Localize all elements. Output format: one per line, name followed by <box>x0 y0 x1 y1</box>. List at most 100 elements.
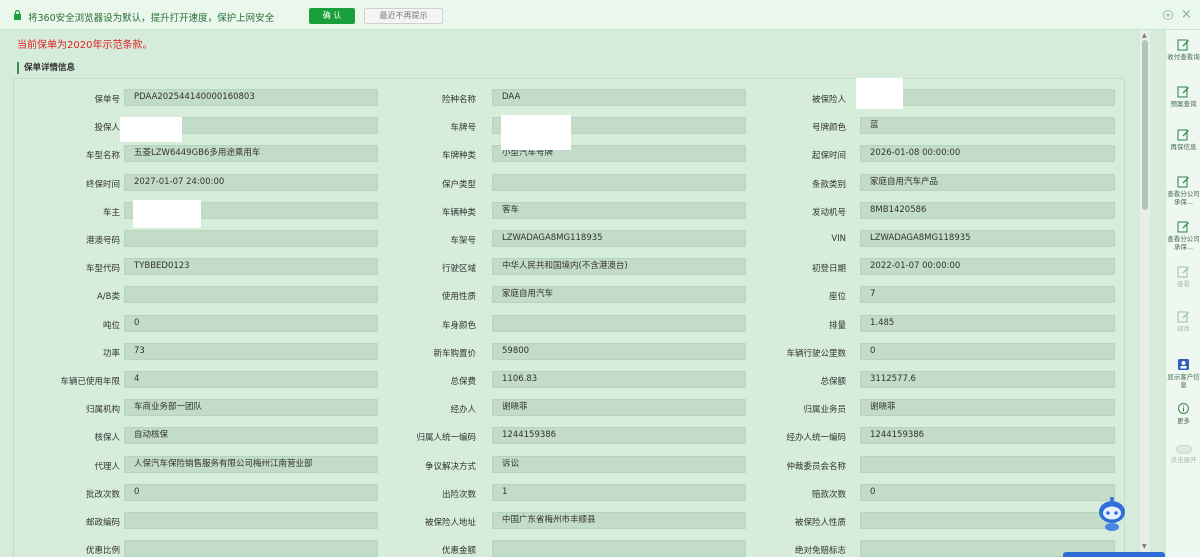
field-value <box>124 540 378 557</box>
field-label: VIN <box>831 234 846 244</box>
sidebar-item[interactable]: 查看 <box>1166 265 1200 288</box>
person-icon <box>1177 358 1190 371</box>
field-label: 被保险人性质 <box>794 518 846 528</box>
edit-icon <box>1177 175 1190 188</box>
toggle-icon[interactable] <box>1175 445 1192 454</box>
sidebar-item-label: 再保信息 <box>1170 143 1197 151</box>
field-label: 优惠金额 <box>441 546 476 557</box>
sidebar-item-label: 查看分公司承保... <box>1167 235 1200 251</box>
field-value: 人保汽车保险销售服务有限公司梅州江南营业部 <box>124 455 378 473</box>
field-label: 功率 <box>102 348 120 359</box>
field-value: 中华人民共和国境内(不含港澳台) <box>492 258 746 276</box>
field-label: 使用性质 <box>441 292 476 303</box>
field-value: 1106.83 <box>492 371 746 388</box>
field-label: 车型名称 <box>85 151 120 162</box>
field-label: 条款类别 <box>811 179 846 190</box>
field-value: TYBBED0123 <box>124 258 378 276</box>
field-label: 被保险人地址 <box>424 518 476 528</box>
sidebar-item[interactable]: 显示客户信息 <box>1166 358 1200 389</box>
field-label: 总保费 <box>450 377 476 387</box>
sidebar-item-label: 查看分公司承保... <box>1167 190 1200 206</box>
field-value: 蓝 <box>860 117 1115 135</box>
redaction-mask <box>120 117 182 142</box>
field-value: 2022-01-07 00:00:00 <box>860 258 1115 276</box>
field-label: 经办人统一编码 <box>786 433 846 444</box>
field-value: DAA <box>492 89 746 106</box>
detail-row: 批改次数 0 出险次数 1 赔款次数 0 <box>14 481 1126 509</box>
section-title: 保单详情信息 <box>17 62 75 74</box>
dont-remind-button[interactable]: 最近不再提示 <box>364 8 443 24</box>
field-label: 车牌种类 <box>441 151 476 162</box>
field-label: 起保时间 <box>811 151 846 162</box>
field-label: 车辆种类 <box>441 207 476 218</box>
field-label: 绝对免赔标志 <box>794 546 846 557</box>
field-value: 2027-01-07 24:00:00 <box>124 173 378 191</box>
detail-row: 邮政编码 被保险人地址 中国广东省梅州市丰顺县 被保险人性质 <box>14 509 1126 537</box>
field-value <box>124 512 378 529</box>
confirm-button[interactable]: 确 认 <box>309 8 355 24</box>
field-value: 谢晓菲 <box>860 399 1115 417</box>
sidebar-item[interactable]: 更多 <box>1166 402 1200 425</box>
field-value <box>860 455 1115 473</box>
field-value: 五菱LZW6449GB6多用途乘用车 <box>124 145 378 163</box>
sidebar-item[interactable]: 查看分公司承保... <box>1166 220 1200 251</box>
refresh-icon[interactable] <box>1162 9 1174 21</box>
field-value: 1 <box>492 483 746 501</box>
field-label: 吨位 <box>102 320 120 331</box>
edit-icon <box>1177 265 1190 278</box>
field-value: 自动核保 <box>124 427 378 445</box>
field-value <box>124 230 378 247</box>
bottom-action-bar[interactable] <box>1063 552 1165 557</box>
field-value: 8MB1420586 <box>860 201 1115 219</box>
sidebar-item[interactable]: 收付查看询 <box>1166 38 1200 61</box>
detail-row: 车型代码 TYBBED0123 行驶区域 中华人民共和国境内(不含港澳台) 初登日期 20… <box>14 255 1126 283</box>
field-label: 核保人 <box>94 433 120 444</box>
sidebar-item[interactable]: 邮件 <box>1166 310 1200 333</box>
scroll-up-arrow-icon[interactable]: ▲ <box>1142 32 1147 39</box>
detail-row: 车辆已使用年限 4 总保费 1106.83 总保额 3112577.6 <box>14 368 1126 396</box>
sidebar-item-label: 预案查询 <box>1170 100 1197 108</box>
field-value: 73 <box>124 342 378 360</box>
robot-assistant-icon[interactable] <box>1095 495 1129 533</box>
sidebar-item[interactable]: 查看分公司承保... <box>1166 175 1200 206</box>
field-label: 行驶区域 <box>441 264 476 275</box>
field-label: 初登日期 <box>811 264 846 275</box>
field-label: 仲裁委员会名称 <box>786 461 846 472</box>
field-value: 家庭自用汽车产品 <box>860 173 1115 191</box>
field-label: 车辆行驶公里数 <box>786 348 846 359</box>
edit-icon <box>1177 38 1190 51</box>
redaction-mask <box>856 78 903 109</box>
field-value: 7 <box>860 286 1115 304</box>
right-toolbar: 收付查看询预案查询再保信息查看分公司承保... 查看分公司承保... 查看邮件显示客… <box>1165 30 1200 557</box>
field-label: 代理人 <box>94 461 120 472</box>
field-label: 经办人 <box>450 405 476 416</box>
field-label: 车辆已使用年限 <box>60 377 120 387</box>
field-value <box>492 540 746 557</box>
field-label: 争议解决方式 <box>424 461 476 472</box>
vertical-scrollbar[interactable]: ▲ ▼ <box>1140 30 1150 557</box>
field-label: 保单号 <box>94 95 120 105</box>
field-value: 3112577.6 <box>860 371 1115 388</box>
field-label: 邮政编码 <box>85 518 120 528</box>
field-value: LZWADAGA8MG118935 <box>492 230 746 247</box>
lock-icon <box>14 10 21 20</box>
scroll-down-arrow-icon[interactable]: ▼ <box>1142 543 1147 550</box>
field-label: 港澳号码 <box>85 236 120 246</box>
sidebar-item[interactable]: 点击展开 <box>1166 445 1200 464</box>
field-label: 车身颜色 <box>441 320 476 331</box>
sidebar-item[interactable]: 预案查询 <box>1166 85 1200 108</box>
field-value <box>860 512 1115 529</box>
field-value: 家庭自用汽车 <box>492 286 746 304</box>
field-value: 1.485 <box>860 314 1115 332</box>
field-value: 谢晓菲 <box>492 399 746 417</box>
field-label: 保户类型 <box>441 179 476 190</box>
policy-detail-content: 当前保单为2020年示范条款。 保单详情信息 保单号 PDAA2025441400… <box>0 30 1140 557</box>
scroll-thumb[interactable] <box>1142 40 1148 210</box>
sidebar-item[interactable]: 再保信息 <box>1166 128 1200 151</box>
edit-icon <box>1177 85 1190 98</box>
detail-row: 吨位 0 车身颜色 排量 1.485 <box>14 312 1126 340</box>
sidebar-item-label: 邮件 <box>1177 325 1190 333</box>
field-label: 发动机号 <box>811 207 846 218</box>
close-icon[interactable]: × <box>1181 8 1192 22</box>
field-value: 0 <box>860 342 1115 360</box>
